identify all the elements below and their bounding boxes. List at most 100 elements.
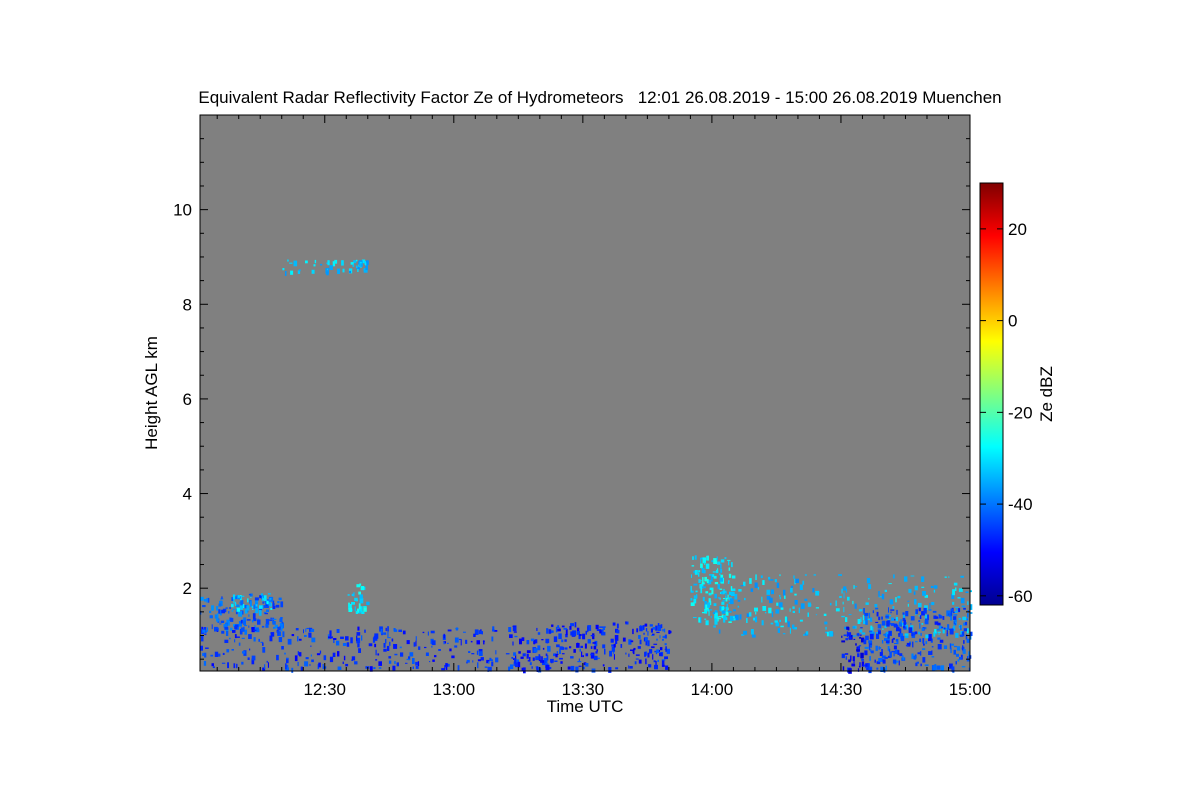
echo-pixel bbox=[713, 558, 718, 564]
echo-pixel bbox=[214, 651, 219, 657]
echo-pixel bbox=[361, 611, 365, 614]
echo-pixel bbox=[277, 630, 280, 636]
echo-pixel bbox=[922, 591, 926, 596]
echo-pixel bbox=[731, 562, 733, 568]
echo-pixel bbox=[692, 556, 694, 560]
echo-pixel bbox=[285, 271, 287, 276]
echo-pixel bbox=[316, 653, 321, 656]
echo-pixel bbox=[919, 623, 921, 629]
echo-pixel bbox=[585, 653, 589, 657]
echo-pixel bbox=[725, 597, 728, 602]
echo-pixel bbox=[639, 639, 642, 645]
echo-pixel bbox=[267, 593, 271, 595]
echo-pixel bbox=[244, 629, 247, 635]
echo-pixel bbox=[893, 651, 895, 657]
echo-pixel bbox=[200, 596, 204, 601]
colorbar-tick-label: -20 bbox=[1008, 403, 1033, 422]
echo-pixel bbox=[351, 656, 356, 661]
echo-pixel bbox=[952, 589, 955, 596]
echo-pixel bbox=[290, 270, 294, 275]
echo-pixel bbox=[790, 587, 793, 593]
echo-pixel bbox=[430, 630, 435, 634]
echo-pixel bbox=[782, 633, 786, 635]
echo-pixel bbox=[366, 601, 370, 606]
echo-pixel bbox=[348, 607, 353, 612]
echo-pixel bbox=[769, 597, 773, 604]
echo-pixel bbox=[888, 607, 889, 613]
echo-pixel bbox=[841, 640, 846, 643]
echo-pixel bbox=[693, 595, 698, 599]
echo-pixel bbox=[966, 638, 970, 643]
echo-pixel bbox=[838, 574, 842, 576]
echo-pixel bbox=[714, 610, 718, 613]
echo-pixel bbox=[281, 621, 284, 624]
echo-pixel bbox=[915, 641, 918, 643]
echo-pixel bbox=[761, 620, 764, 626]
echo-pixel bbox=[305, 260, 308, 264]
echo-pixel bbox=[261, 625, 265, 628]
echo-pixel bbox=[731, 588, 736, 592]
echo-pixel bbox=[569, 626, 572, 630]
echo-pixel bbox=[424, 646, 427, 649]
echo-pixel bbox=[537, 645, 541, 651]
echo-pixel bbox=[564, 639, 567, 642]
echo-pixel bbox=[537, 632, 541, 635]
echo-pixel bbox=[698, 579, 701, 583]
echo-pixel bbox=[868, 612, 871, 619]
echo-pixel bbox=[665, 665, 669, 670]
echo-pixel bbox=[960, 625, 962, 631]
echo-pixel bbox=[559, 646, 563, 650]
echo-pixel bbox=[277, 601, 280, 604]
echo-pixel bbox=[700, 563, 703, 568]
echo-pixel bbox=[719, 597, 721, 600]
echo-pixel bbox=[922, 638, 925, 644]
echo-pixel bbox=[730, 586, 733, 591]
echo-pixel bbox=[885, 640, 890, 643]
echo-pixel bbox=[204, 633, 207, 636]
echo-pixel bbox=[903, 619, 906, 625]
echo-pixel bbox=[729, 615, 734, 621]
echo-pixel bbox=[649, 649, 653, 654]
echo-pixel bbox=[345, 663, 349, 667]
echo-pixel bbox=[333, 638, 337, 640]
echo-pixel bbox=[359, 597, 364, 604]
echo-pixel bbox=[918, 607, 921, 612]
echo-pixel bbox=[386, 645, 390, 651]
echo-pixel bbox=[757, 586, 760, 590]
echo-pixel bbox=[855, 643, 857, 646]
echo-pixel bbox=[422, 631, 425, 634]
echo-pixel bbox=[297, 661, 299, 667]
echo-pixel bbox=[710, 616, 712, 618]
echo-pixel bbox=[755, 574, 757, 580]
echo-pixel bbox=[417, 661, 420, 666]
echo-pixel bbox=[345, 636, 349, 641]
echo-pixel bbox=[835, 600, 837, 607]
echo-pixel bbox=[956, 653, 959, 657]
echo-pixel bbox=[728, 560, 730, 566]
echo-pixel bbox=[731, 591, 735, 597]
echo-pixel bbox=[659, 635, 661, 639]
echo-pixel bbox=[642, 625, 645, 630]
echo-pixel bbox=[445, 666, 448, 670]
echo-pixel bbox=[257, 619, 261, 625]
echo-pixel bbox=[427, 631, 429, 636]
echo-pixel bbox=[949, 628, 954, 635]
echo-pixel bbox=[716, 569, 719, 574]
echo-pixel bbox=[890, 609, 895, 611]
echo-pixel bbox=[270, 607, 273, 610]
echo-pixel bbox=[246, 619, 251, 621]
x-tick-label: 14:00 bbox=[691, 680, 734, 699]
echo-pixel bbox=[940, 665, 945, 671]
echo-pixel bbox=[868, 598, 870, 600]
echo-pixel bbox=[859, 636, 861, 639]
echo-pixel bbox=[585, 663, 589, 667]
echo-pixel bbox=[650, 628, 653, 633]
echo-pixel bbox=[868, 640, 872, 644]
echo-pixel bbox=[481, 631, 483, 635]
colorbar-tick-label: -60 bbox=[1008, 587, 1033, 606]
echo-pixel bbox=[580, 645, 583, 648]
echo-pixel bbox=[751, 634, 756, 638]
echo-pixel bbox=[653, 643, 658, 645]
echo-pixel bbox=[895, 616, 898, 622]
echo-pixel bbox=[900, 635, 905, 642]
